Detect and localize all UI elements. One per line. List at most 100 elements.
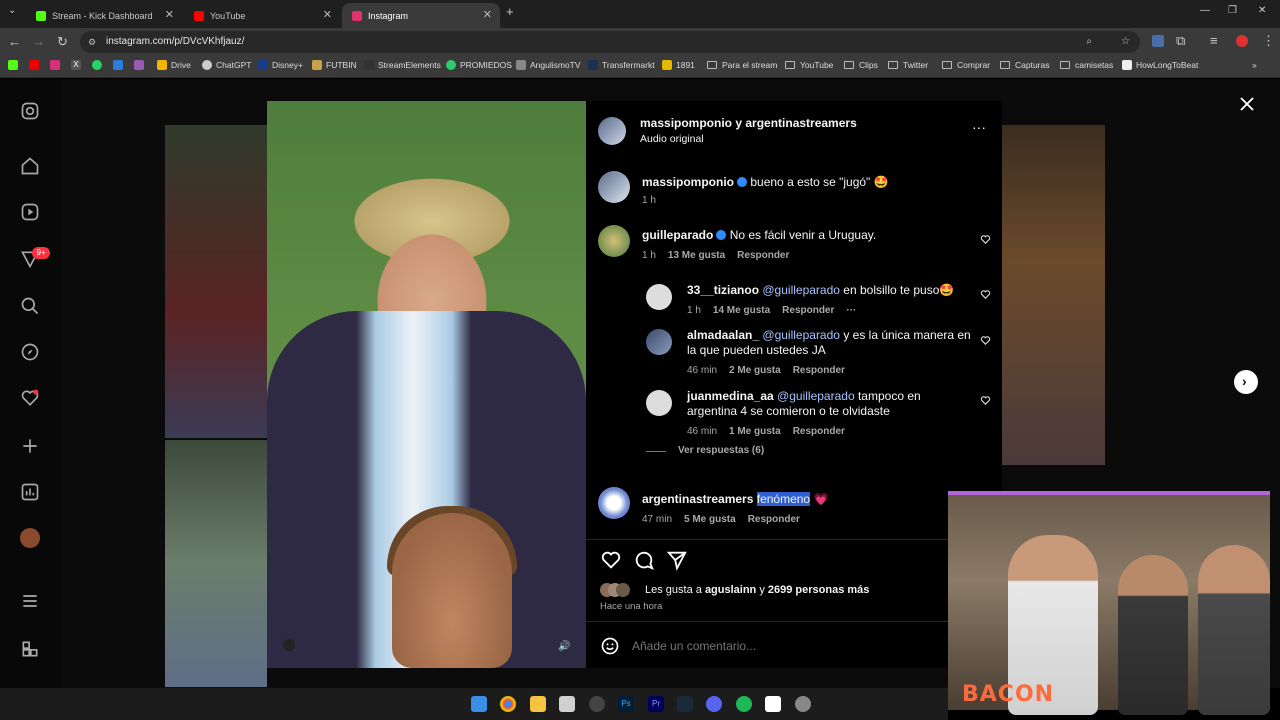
zoom-icon[interactable]: ⌕ [1086,31,1092,53]
comment-likes[interactable]: 13 Me gusta [668,250,725,261]
share-icon[interactable] [666,549,688,571]
explore-icon[interactable] [20,342,40,362]
instagram-bookmark-icon[interactable] [50,60,60,70]
create-icon[interactable] [20,436,40,456]
notion-icon[interactable] [765,696,781,712]
like-post-icon[interactable] [600,549,622,571]
bookmark-folder-camisetas[interactable]: camisetas [1060,60,1113,70]
chrome-menu-icon[interactable]: ⋮ [1262,33,1275,49]
maximize-icon[interactable]: ❐ [1228,5,1237,16]
mention-link[interactable]: @guilleparado [762,283,840,297]
bookmark-folder-youtube[interactable]: YouTube [785,60,833,70]
comment-likes[interactable]: 5 Me gusta [684,514,736,525]
close-tab-icon[interactable]: ✕ [483,8,492,21]
reply-button[interactable]: Responder [782,305,834,316]
bookmark-drive[interactable]: Drive [157,60,191,70]
youtube-bookmark-icon[interactable] [29,60,39,70]
search-icon[interactable] [20,296,40,316]
avatar[interactable] [598,487,630,519]
comment-username[interactable]: guilleparado [642,228,713,242]
extensions-puzzle-icon[interactable]: ⧉ [1176,33,1185,49]
avatar[interactable] [646,390,672,416]
bookmark-folder-capturas[interactable]: Capturas [1000,60,1050,70]
reply-likes[interactable]: 1 Me gusta [729,426,781,437]
bookmark-folder-comprar[interactable]: Comprar [942,60,990,70]
bookmark-futbin[interactable]: FUTBIN [312,60,357,70]
close-tab-icon[interactable]: ✕ [323,8,332,21]
settings-icon[interactable] [795,696,811,712]
bookmark-chatgpt[interactable]: ChatGPT [202,60,251,70]
discord-icon[interactable] [706,696,722,712]
bookmark-angulismotv[interactable]: AngulismoTV [516,60,581,70]
bookmark-folder-clips[interactable]: Clips [844,60,878,70]
comment-username[interactable]: argentinastreamers [642,492,753,506]
audio-icon[interactable]: 🔊 [558,641,570,652]
spotify-icon[interactable] [736,696,752,712]
avatar[interactable] [598,171,630,203]
kick-bookmark-icon[interactable] [8,60,18,70]
bookmarks-overflow-icon[interactable]: » [1252,60,1257,70]
bookmark-disney[interactable]: Disney+ [258,60,303,70]
view-replies-button[interactable]: Ver respuestas (6) [678,445,764,456]
like-comment-icon[interactable] [980,289,991,300]
reply-likes[interactable]: 14 Me gusta [713,305,770,316]
file-explorer-icon[interactable] [530,696,546,712]
next-post-button[interactable]: › [1234,370,1258,394]
reels-icon[interactable] [20,202,40,222]
new-tab-icon[interactable]: + [506,4,514,19]
tab-search-icon[interactable]: ⌄ [8,5,16,16]
reading-list-icon[interactable]: ≡ [1210,33,1218,48]
menu-icon[interactable] [20,591,40,611]
close-icon[interactable] [1238,95,1256,113]
premiere-icon[interactable]: Pr [648,696,664,712]
bookmark-transfermarkt[interactable]: Transfermarkt [588,60,655,70]
photoshop-icon[interactable]: Ps [618,696,634,712]
post-media[interactable]: 🔊 [267,101,586,668]
steam-icon[interactable] [677,696,693,712]
tagged-users-icon[interactable] [283,639,295,651]
comment-icon[interactable] [633,549,655,571]
bookmark-1891[interactable]: 1891 [662,60,695,70]
reply-username[interactable]: almadaalan_ [687,328,759,342]
bookmark-streamelements[interactable]: StreamElements [364,60,441,70]
reply-button[interactable]: Responder [737,250,789,261]
close-tab-icon[interactable]: ✕ [165,8,174,21]
close-window-icon[interactable]: ✕ [1258,5,1266,16]
x-bookmark-icon[interactable]: X [71,60,81,70]
obs-icon[interactable] [589,696,605,712]
likes-summary[interactable]: Les gusta a aguslainn y 2699 personas má… [645,583,869,598]
bookmark-icon[interactable] [134,60,144,70]
reply-button[interactable]: Responder [793,365,845,376]
whatsapp-bookmark-icon[interactable] [92,60,102,70]
windows-start-icon[interactable] [471,696,487,712]
post-header-audio[interactable]: Audio original [640,132,704,147]
heart-icon[interactable] [20,388,40,408]
reply-likes[interactable]: 2 Me gusta [729,365,781,376]
bookmark-star-icon[interactable]: ☆ [1121,31,1130,53]
app-icon[interactable] [559,696,575,712]
reply-username[interactable]: juanmedina_aa [687,389,774,403]
dashboard-icon[interactable] [20,482,40,502]
reply-username[interactable]: 33__tizianoo [687,283,759,297]
comment-input[interactable] [632,635,932,657]
reload-icon[interactable]: ↻ [57,34,68,50]
emoji-icon[interactable] [600,636,620,656]
like-comment-icon[interactable] [980,234,991,245]
profile-avatar[interactable] [20,528,40,548]
tab-instagram[interactable]: Instagram ✕ [342,3,500,28]
bookmark-howlongtobeat[interactable]: HowLongToBeat [1122,60,1198,70]
avatar[interactable] [646,329,672,355]
bookmark-folder-twitter[interactable]: Twitter [888,60,928,70]
likes-user[interactable]: aguslainn [705,584,756,596]
avatar[interactable] [598,117,626,145]
instagram-logo-icon[interactable] [20,101,40,121]
more-options-icon[interactable]: ··· [972,119,986,135]
likes-count[interactable]: 2699 personas más [768,584,870,596]
bookmark-promiedos[interactable]: PROMIEDOS [446,60,512,70]
address-bar[interactable]: ⚙ instagram.com/p/DVcVKhfjauz/ ⌕ ☆ [80,31,1140,53]
more-apps-icon[interactable] [20,639,40,659]
tab-youtube[interactable]: YouTube ✕ [184,3,340,28]
minimize-icon[interactable]: — [1200,5,1210,16]
mention-link[interactable]: @guilleparado [777,389,855,403]
post-header-users[interactable]: massipomponio y argentinastreamers [640,116,857,131]
